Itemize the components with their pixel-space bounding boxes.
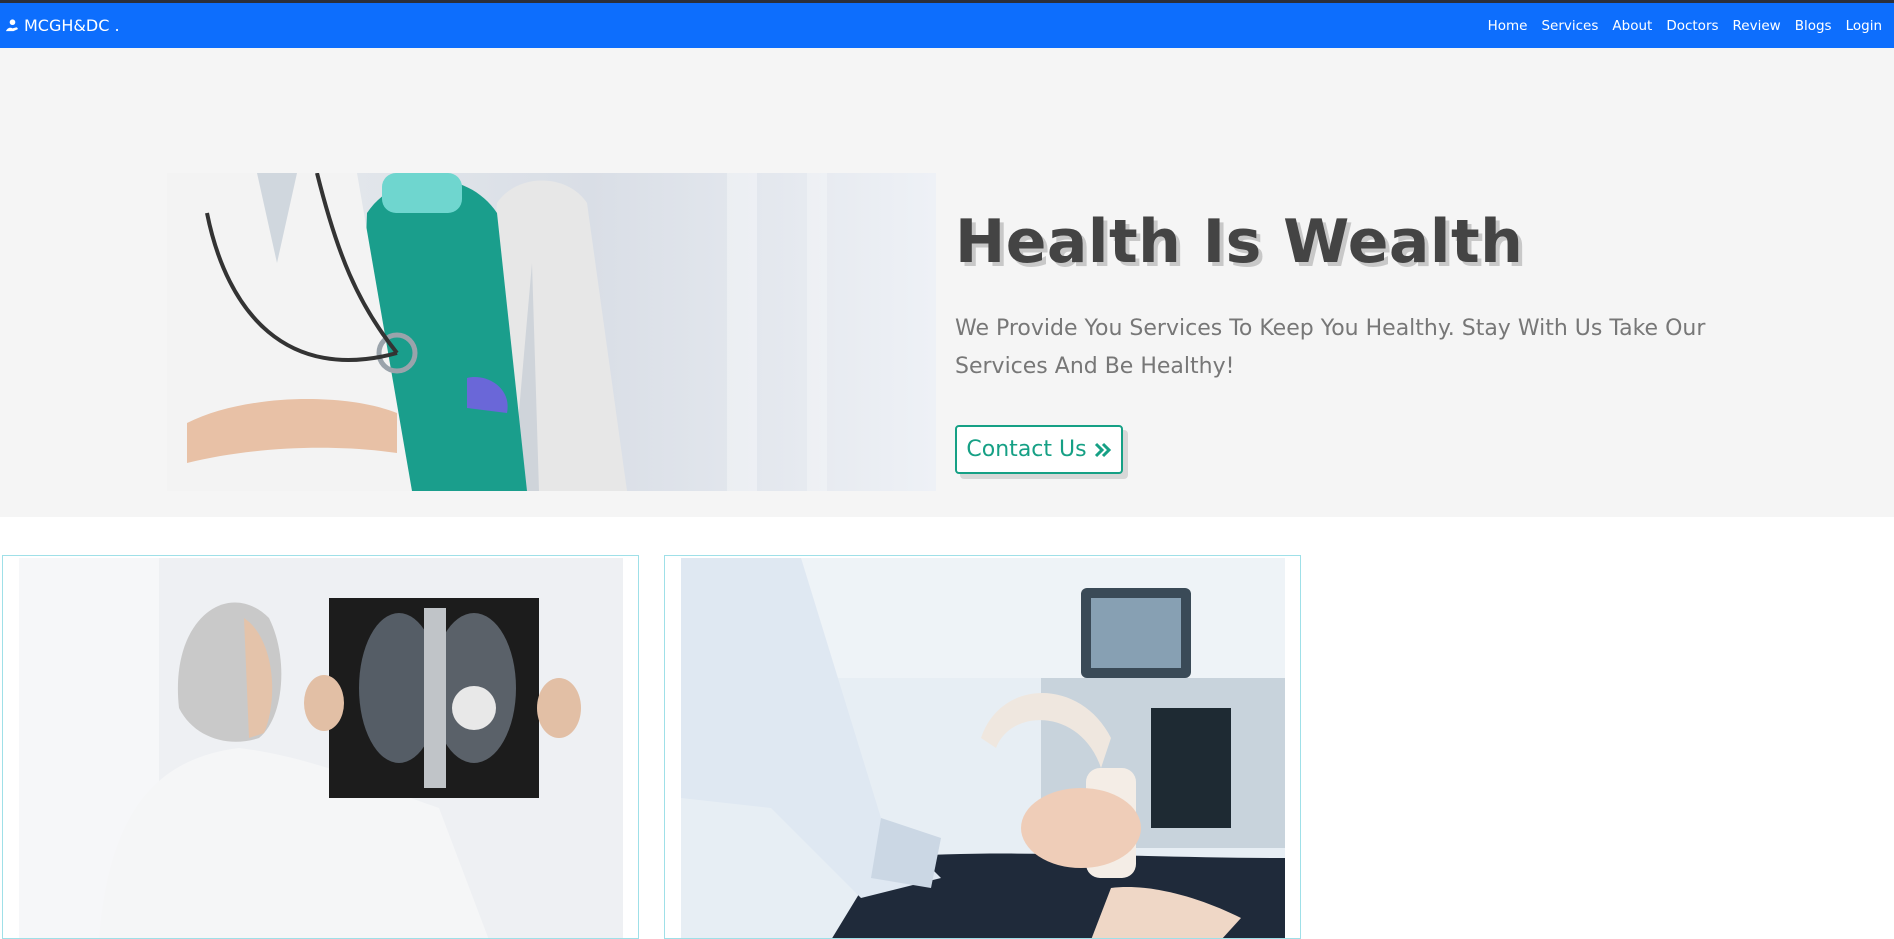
user-hand-icon: [5, 19, 18, 32]
nav-doctors[interactable]: Doctors: [1666, 18, 1718, 34]
navbar: MCGH&DC . Home Services About Doctors Re…: [0, 3, 1894, 48]
hero-title: Health Is Wealth: [955, 207, 1524, 277]
nav-services[interactable]: Services: [1541, 18, 1598, 34]
hero-description: We Provide You Services To Keep You Heal…: [955, 316, 1706, 379]
xray-doctor-image: [19, 558, 623, 938]
hero-section: Health Is Wealth We Provide You Services…: [0, 48, 1894, 517]
nav-login[interactable]: Login: [1846, 18, 1882, 34]
contact-us-button[interactable]: Contact Us: [955, 425, 1123, 474]
brand-name: MCGH&DC .: [24, 16, 120, 35]
nav-blogs[interactable]: Blogs: [1795, 18, 1832, 34]
nav-review[interactable]: Review: [1733, 18, 1781, 34]
contact-us-label: Contact Us: [966, 437, 1087, 462]
hero-doctors-image: [167, 173, 936, 491]
main-nav: Home Services About Doctors Review Blogs…: [1488, 3, 1882, 48]
ultrasound-image: [681, 558, 1285, 938]
brand-logo[interactable]: MCGH&DC .: [5, 3, 120, 48]
nav-about[interactable]: About: [1612, 18, 1652, 34]
double-chevron-right-icon: [1094, 442, 1111, 457]
service-card-ultrasound[interactable]: [664, 555, 1301, 939]
nav-home[interactable]: Home: [1488, 18, 1528, 34]
service-card-xray[interactable]: [2, 555, 639, 939]
